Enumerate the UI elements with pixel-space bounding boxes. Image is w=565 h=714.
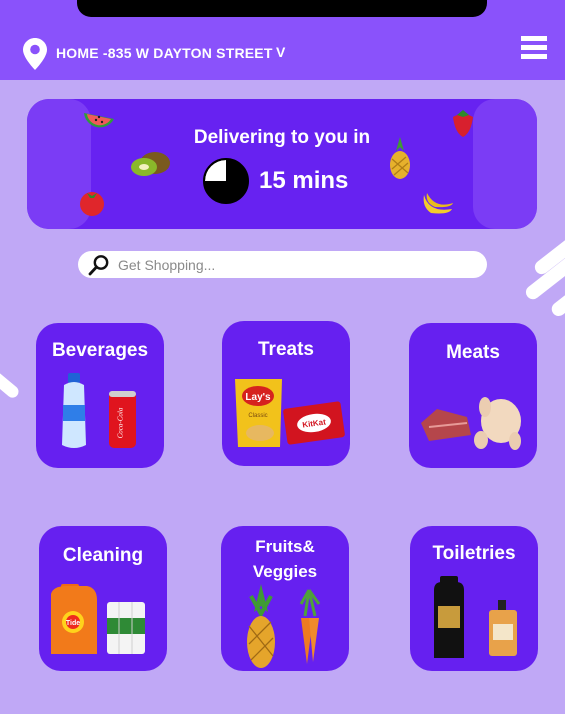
address-dropdown-icon[interactable]: V: [276, 44, 285, 60]
category-beverages[interactable]: Beverages Coca-Cola: [36, 323, 164, 468]
watermelon-icon: [84, 113, 114, 128]
category-toiletries[interactable]: Toiletries: [410, 526, 538, 671]
search-icon: [88, 255, 109, 276]
delivery-timer-icon: [203, 158, 249, 204]
svg-text:Classic: Classic: [248, 413, 267, 419]
search-input[interactable]: [118, 255, 468, 274]
location-pin-icon[interactable]: [23, 38, 47, 70]
delivery-eta: 15 mins: [259, 167, 349, 194]
decor-stroke: [0, 363, 21, 401]
svg-text:Coca-Cola: Coca-Cola: [117, 407, 125, 438]
delivery-address[interactable]: HOME -835 W DAYTON STREET: [56, 45, 273, 61]
beverages-image: Coca-Cola: [62, 373, 136, 448]
treats-image: Lay's Classic KitKat: [235, 379, 345, 447]
toiletries-image: [434, 576, 517, 658]
pineapple-icon: [390, 137, 410, 179]
category-meats[interactable]: Meats: [409, 323, 537, 468]
device-notch: [77, 0, 487, 17]
strawberry-icon: [453, 110, 473, 137]
svg-text:Tide: Tide: [66, 620, 80, 627]
hamburger-menu-icon[interactable]: [521, 36, 547, 62]
category-fruits-veggies[interactable]: Fruits& Veggies: [221, 526, 349, 671]
category-cleaning[interactable]: Cleaning Tide: [39, 526, 167, 671]
decor-stroke: [548, 283, 565, 319]
tomato-icon: [80, 192, 104, 216]
cleaning-image: Tide: [51, 584, 145, 654]
meats-image: [421, 397, 521, 450]
category-treats[interactable]: Treats Lay's Classic KitKat: [222, 321, 350, 466]
svg-text:Lay's: Lay's: [245, 392, 271, 403]
banana-icon: [423, 193, 453, 214]
kiwi-icon: [131, 152, 170, 176]
search-bar[interactable]: [78, 251, 487, 278]
fruits-veggies-image: [247, 584, 321, 668]
delivery-banner: Delivering to you in 15 mins: [27, 99, 537, 229]
